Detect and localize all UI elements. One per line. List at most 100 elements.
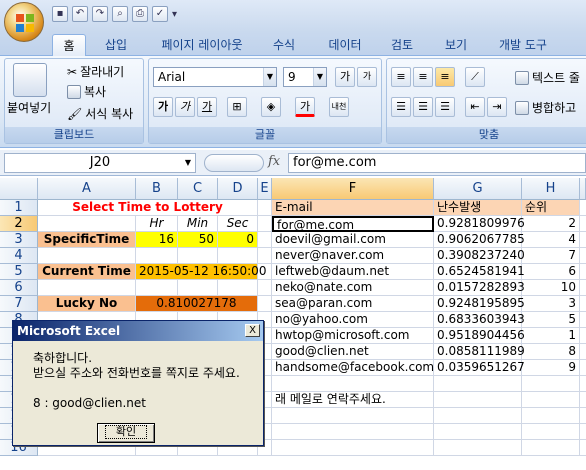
email-cell[interactable]: leftweb@daum.net <box>272 264 434 280</box>
lucky-no-label[interactable]: Lucky No <box>38 296 136 312</box>
empty-cell[interactable] <box>272 424 434 440</box>
empty-cell[interactable] <box>258 216 272 232</box>
fill-color-icon[interactable]: ◈ <box>261 97 281 117</box>
tab-home[interactable]: 홈 <box>52 34 86 56</box>
customize-toolbar-icon[interactable]: ▾ <box>172 9 177 20</box>
font-color-button[interactable]: 가 <box>295 97 315 117</box>
empty-cell[interactable] <box>258 248 272 264</box>
empty-cell[interactable] <box>522 408 580 424</box>
lucky-no-value[interactable]: 0.810027178 <box>136 296 258 312</box>
empty-cell[interactable] <box>434 376 522 392</box>
formula-input[interactable]: for@me.com <box>288 153 586 173</box>
empty-cell[interactable] <box>580 328 586 344</box>
rank-cell[interactable]: 6 <box>522 264 580 280</box>
empty-cell[interactable] <box>580 440 586 456</box>
column-header-a[interactable]: A <box>38 178 136 200</box>
rank-header[interactable]: 순위 <box>522 200 580 216</box>
column-header-i[interactable] <box>580 178 586 200</box>
random-cell[interactable]: 0.0359651267 <box>434 360 525 376</box>
empty-cell[interactable] <box>522 376 580 392</box>
email-header[interactable]: E-mail <box>272 200 434 216</box>
title-cell[interactable]: Select Time to Lottery <box>38 200 258 216</box>
empty-cell[interactable] <box>580 248 586 264</box>
random-cell[interactable]: 0.0858111989 <box>434 344 525 360</box>
empty-cell[interactable] <box>218 280 258 296</box>
email-cell[interactable]: doevil@gmail.com <box>272 232 434 248</box>
random-cell[interactable]: 0.6833603943 <box>434 312 525 328</box>
empty-cell[interactable] <box>178 248 218 264</box>
random-cell[interactable]: 0.3908237240 <box>434 248 525 264</box>
tab-data[interactable]: 데이터 <box>322 34 368 56</box>
phonetic-button[interactable]: 내천 <box>329 97 349 117</box>
empty-cell[interactable] <box>136 248 178 264</box>
empty-cell[interactable] <box>580 376 586 392</box>
email-cell[interactable]: good@clien.net <box>272 344 434 360</box>
print-preview-icon[interactable]: ⌕ <box>112 6 128 22</box>
spelling-icon[interactable]: ✓ <box>152 6 168 22</box>
hr-label[interactable]: Hr <box>136 216 178 232</box>
undo-icon[interactable]: ↶ <box>72 6 88 22</box>
hour-cell[interactable]: 16 <box>136 232 178 248</box>
email-cell[interactable]: no@yahoo.com <box>272 312 434 328</box>
empty-cell[interactable] <box>136 280 178 296</box>
current-time-value[interactable]: 2015-05-12 16:50:00 <box>136 264 266 280</box>
grow-font-button[interactable]: 가 <box>335 67 355 87</box>
empty-cell[interactable] <box>580 344 586 360</box>
empty-cell[interactable] <box>272 408 434 424</box>
tab-insert[interactable]: 삽입 <box>96 34 136 56</box>
email-cell[interactable]: for@me.com <box>272 216 434 232</box>
wrap-text-button[interactable]: 텍스트 줄 <box>515 69 580 86</box>
font-name-combo[interactable]: Arial ▼ <box>153 67 277 87</box>
font-size-combo[interactable]: 9 ▼ <box>283 67 327 87</box>
column-header-c[interactable]: C <box>178 178 218 200</box>
random-cell[interactable]: 0.9248195895 <box>434 296 525 312</box>
print-icon[interactable]: ⎙ <box>132 6 148 22</box>
empty-cell[interactable] <box>258 200 272 216</box>
empty-cell[interactable] <box>38 280 136 296</box>
empty-cell[interactable] <box>434 424 522 440</box>
tab-view[interactable]: 보기 <box>438 34 474 56</box>
email-cell[interactable]: sea@paran.com <box>272 296 434 312</box>
align-left-icon[interactable]: ☰ <box>391 97 411 117</box>
email-cell[interactable]: neko@nate.com <box>272 280 434 296</box>
empty-cell[interactable] <box>38 248 136 264</box>
empty-cell[interactable] <box>580 280 586 296</box>
column-header-b[interactable]: B <box>136 178 178 200</box>
second-cell[interactable]: 0 <box>218 232 258 248</box>
rank-cell[interactable]: 3 <box>522 296 580 312</box>
tab-developer[interactable]: 개발 도구 <box>490 34 556 56</box>
row-header-4[interactable]: 4 <box>0 248 38 264</box>
empty-cell[interactable] <box>580 360 586 376</box>
note-cell[interactable]: 래 메일로 연락주세요. <box>272 392 522 408</box>
save-icon[interactable]: ▪ <box>52 6 68 22</box>
bold-button[interactable]: 가 <box>153 97 173 117</box>
name-box[interactable]: J20 ▼ <box>4 153 196 173</box>
decrease-indent-icon[interactable]: ⇤ <box>465 97 485 117</box>
row-header-5[interactable]: 5 <box>0 264 38 280</box>
random-cell[interactable]: 0.9281809976 <box>434 216 525 232</box>
close-button[interactable]: X <box>245 324 260 337</box>
copy-button[interactable]: 복사 <box>67 83 106 100</box>
random-header[interactable]: 난수발생 <box>434 200 522 216</box>
column-header-g[interactable]: G <box>434 178 522 200</box>
row-header-6[interactable]: 6 <box>0 280 38 296</box>
rank-cell[interactable]: 10 <box>522 280 580 296</box>
rank-cell[interactable]: 2 <box>522 216 580 232</box>
empty-cell[interactable] <box>258 296 272 312</box>
empty-cell[interactable] <box>580 232 586 248</box>
italic-button[interactable]: 가 <box>175 97 195 117</box>
email-cell[interactable]: handsome@facebook.com <box>272 360 434 376</box>
empty-cell[interactable] <box>258 280 272 296</box>
sec-label[interactable]: Sec <box>218 216 258 232</box>
empty-cell[interactable] <box>580 216 586 232</box>
merge-button[interactable]: 병합하고 <box>515 99 576 116</box>
empty-cell[interactable] <box>272 440 434 456</box>
empty-cell[interactable] <box>580 312 586 328</box>
empty-cell[interactable] <box>580 424 586 440</box>
row-header-7[interactable]: 7 <box>0 296 38 312</box>
column-header-h[interactable]: H <box>522 178 580 200</box>
email-cell[interactable]: hwtop@microsoft.com <box>272 328 434 344</box>
rank-cell[interactable]: 1 <box>522 328 580 344</box>
random-cell[interactable]: 0.9062067785 <box>434 232 525 248</box>
current-time-label[interactable]: Current Time <box>38 264 136 280</box>
